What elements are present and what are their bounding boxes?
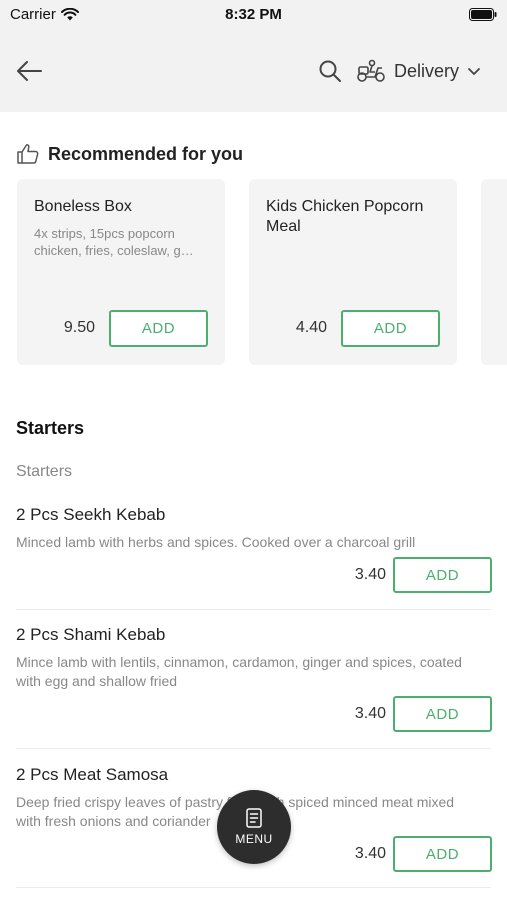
menu-item-name: 2 Pcs Shami Kebab [16, 625, 166, 644]
divider [16, 748, 491, 749]
menu-item-price: 3.40 [354, 705, 386, 722]
divider [16, 609, 491, 610]
subsection-title: Starters [16, 463, 73, 480]
menu-item-price: 3.40 [354, 845, 386, 862]
thumbs-up-icon [17, 144, 39, 164]
menu-item-price: 3.40 [354, 566, 386, 583]
recommended-item-name: Kids Chicken Popcorn Meal [266, 198, 424, 235]
menu-fab-button[interactable]: MENU [217, 790, 291, 864]
delivery-mode-select[interactable]: Delivery [356, 54, 481, 88]
recommended-card-partial[interactable] [481, 179, 507, 365]
recommended-item-description: 4x strips, 15pcs popcorn chicken, fries,… [34, 226, 194, 258]
add-button[interactable]: ADD [393, 836, 492, 872]
status-bar: Carrier 8:32 PM [0, 0, 507, 30]
menu-item-name: 2 Pcs Meat Samosa [16, 765, 169, 784]
recommended-card[interactable]: Boneless Box 4x strips, 15pcs popcorn ch… [17, 179, 225, 365]
battery-icon [469, 8, 497, 21]
add-button[interactable]: ADD [341, 310, 440, 347]
section-title: Starters [16, 418, 85, 438]
delivery-label: Delivery [394, 60, 460, 81]
back-arrow-icon [17, 61, 42, 81]
recommended-header: Recommended for you [16, 142, 243, 166]
status-time: 8:32 PM [225, 6, 282, 23]
add-button[interactable]: ADD [393, 557, 492, 593]
recommended-item-price: 9.50 [63, 319, 95, 336]
back-button[interactable] [14, 56, 44, 86]
chevron-down-icon [468, 68, 480, 75]
menu-item-description: Minced lamb with herbs and spices. Cooke… [16, 534, 416, 550]
add-button[interactable]: ADD [109, 310, 208, 347]
menu-fab-label: MENU [235, 832, 273, 846]
recommended-card[interactable]: Kids Chicken Popcorn Meal 4.40 ADD [249, 179, 457, 365]
divider [16, 887, 491, 888]
recommended-item-price: 4.40 [295, 319, 327, 336]
menu-item-name: 2 Pcs Seekh Kebab [16, 505, 166, 524]
recommended-item-name: Boneless Box [34, 198, 132, 215]
scooter-icon [357, 59, 385, 82]
menu-card-icon [246, 808, 262, 828]
recommended-title: Recommended for you [48, 143, 244, 164]
menu-item-description: Mince lamb with lentils, cinnamon, carda… [16, 654, 462, 689]
search-icon[interactable] [318, 59, 342, 83]
add-button[interactable]: ADD [393, 696, 492, 732]
app-header: Delivery [0, 30, 507, 112]
